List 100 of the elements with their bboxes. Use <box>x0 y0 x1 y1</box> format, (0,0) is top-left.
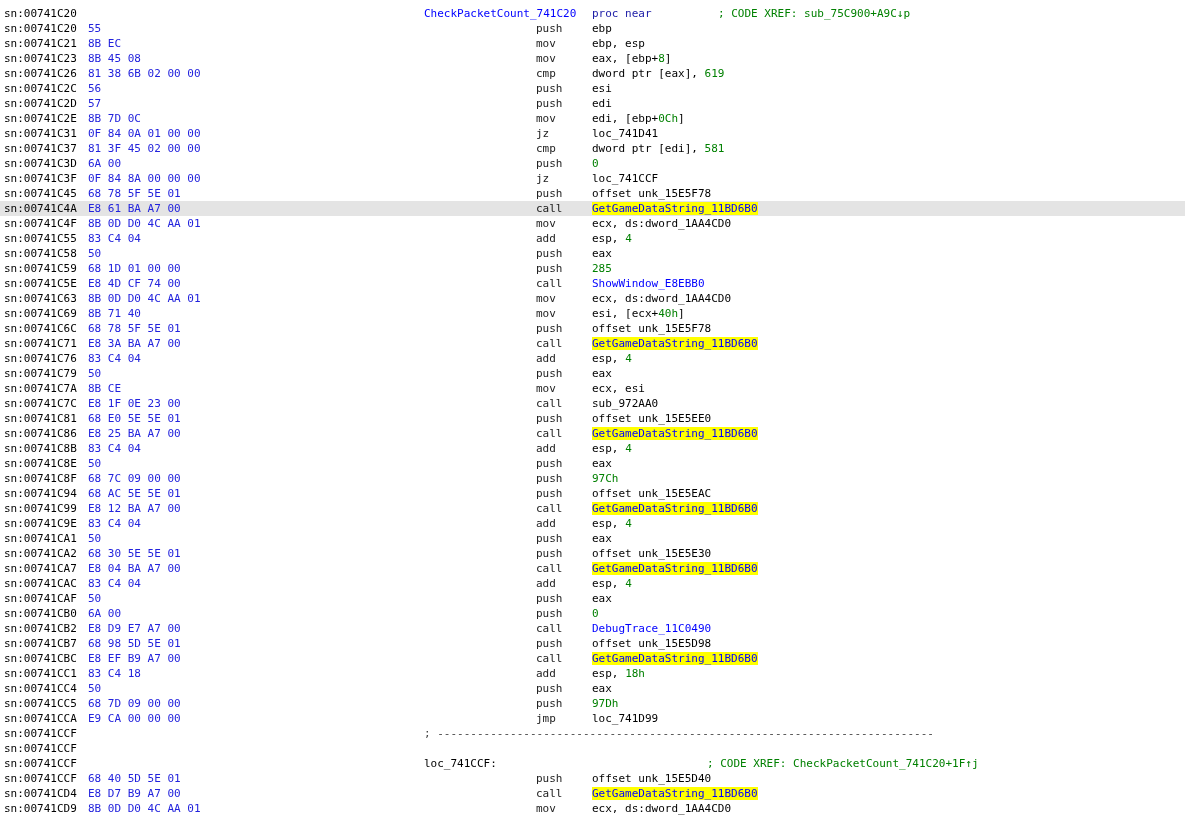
operand-text: esp, 4 <box>592 576 632 591</box>
address-text: sn:00741CB0 <box>3 606 78 621</box>
address-text: sn:00741C23 <box>3 51 78 66</box>
mnemonic-text: push <box>536 246 564 261</box>
opcode-bytes: 8B 71 40 <box>88 306 142 321</box>
address-text: sn:00741C58 <box>3 246 78 261</box>
operand-text: ebp, esp <box>592 36 645 51</box>
operand-text: GetGameDataString_11BD6B0 <box>592 426 758 441</box>
address-text: sn:00741C4F <box>3 216 78 231</box>
address-text: sn:00741C79 <box>3 366 78 381</box>
operand-text: GetGameDataString_11BD6B0 <box>592 651 758 666</box>
mnemonic-text: call <box>536 426 564 441</box>
operand-text: ecx, ds:dword_1AA4CD0 <box>592 216 732 231</box>
operand-text: dword ptr [eax], 619 <box>592 66 725 81</box>
address-text: sn:00741C3D <box>3 156 78 171</box>
opcode-bytes: 68 78 5F 5E 01 <box>88 186 182 201</box>
opcode-bytes: E8 4D CF 74 00 <box>88 276 182 291</box>
opcode-bytes: 6A 00 <box>88 606 123 621</box>
operand-text: offset unk_15E5F78 <box>592 321 712 336</box>
operand-text: offset unk_15E5E30 <box>592 546 712 561</box>
opcode-bytes: E8 25 BA A7 00 <box>88 426 182 441</box>
opcode-bytes: E8 D7 B9 A7 00 <box>88 786 182 801</box>
opcode-bytes: 6A 00 <box>88 156 123 171</box>
address-text: sn:00741C21 <box>3 36 78 51</box>
address-text: sn:00741C94 <box>3 486 78 501</box>
operand-text: esp, 18h <box>592 666 645 681</box>
operand-text: ecx, ds:dword_1AA4CD0 <box>592 801 732 816</box>
mnemonic-text: push <box>536 186 564 201</box>
mnemonic-text: add <box>536 351 557 366</box>
mnemonic-text: push <box>536 321 564 336</box>
address-text: sn:00741C2C <box>3 81 78 96</box>
address-text: sn:00741C7C <box>3 396 78 411</box>
operand-text: eax <box>592 591 612 606</box>
address-text: sn:00741C71 <box>3 336 78 351</box>
opcode-bytes: 83 C4 04 <box>88 231 142 246</box>
opcode-bytes: 57 <box>88 96 103 111</box>
mnemonic-text: add <box>536 666 557 681</box>
mnemonic-text: push <box>536 696 564 711</box>
operand-text: offset unk_15E5F78 <box>592 186 712 201</box>
opcode-bytes: 68 98 5D 5E 01 <box>88 636 182 651</box>
mnemonic-text: push <box>536 531 564 546</box>
opcode-bytes: 56 <box>88 81 103 96</box>
opcode-bytes: 83 C4 04 <box>88 351 142 366</box>
mnemonic-text: push <box>536 21 564 36</box>
address-text: sn:00741C99 <box>3 501 78 516</box>
operand-text: dword ptr [edi], 581 <box>592 141 725 156</box>
address-text: sn:00741CC5 <box>3 696 78 711</box>
address-text: sn:00741CCF <box>3 756 78 771</box>
opcode-bytes: 68 40 5D 5E 01 <box>88 771 182 786</box>
address-text: sn:00741C86 <box>3 426 78 441</box>
opcode-bytes: 68 1D 01 00 00 <box>88 261 182 276</box>
xref-comment: ; CODE XREF: CheckPacketCount_741C20+1F↑j <box>707 756 979 771</box>
operand-text: 97Ch <box>592 471 619 486</box>
mnemonic-text: push <box>536 471 564 486</box>
opcode-bytes: 83 C4 04 <box>88 441 142 456</box>
address-text: sn:00741CAF <box>3 591 78 606</box>
opcode-bytes: 0F 84 0A 01 00 00 <box>88 126 202 141</box>
opcode-bytes: E8 D9 E7 A7 00 <box>88 621 182 636</box>
operand-text: DebugTrace_11C0490 <box>592 621 712 636</box>
mnemonic-text: call <box>536 651 564 666</box>
operand-text: eax <box>592 366 612 381</box>
opcode-bytes: 8B 0D D0 4C AA 01 <box>88 291 202 306</box>
address-text: sn:00741CA1 <box>3 531 78 546</box>
operand-text: eax <box>592 531 612 546</box>
address-text: sn:00741CB2 <box>3 621 78 636</box>
address-text: sn:00741C6C <box>3 321 78 336</box>
address-text: sn:00741CBC <box>3 651 78 666</box>
opcode-bytes: 83 C4 18 <box>88 666 142 681</box>
address-text: sn:00741CB7 <box>3 636 78 651</box>
address-text: sn:00741C55 <box>3 231 78 246</box>
mnemonic-text: push <box>536 96 564 111</box>
operand-text: esp, 4 <box>592 516 632 531</box>
address-text: sn:00741C45 <box>3 186 78 201</box>
opcode-bytes: 8B 7D 0C <box>88 111 142 126</box>
opcode-bytes: E9 CA 00 00 00 <box>88 711 182 726</box>
operand-text: ecx, ds:dword_1AA4CD0 <box>592 291 732 306</box>
mnemonic-text: jz <box>536 126 551 141</box>
mnemonic-text: cmp <box>536 66 557 81</box>
operand-text: 285 <box>592 261 612 276</box>
opcode-bytes: E8 EF B9 A7 00 <box>88 651 182 666</box>
address-text: sn:00741CAC <box>3 576 78 591</box>
mnemonic-text: push <box>536 681 564 696</box>
address-text: sn:00741C59 <box>3 261 78 276</box>
opcode-bytes: 50 <box>88 681 103 696</box>
mnemonic-text: push <box>536 636 564 651</box>
mnemonic-text: mov <box>536 801 557 816</box>
address-text: sn:00741CCA <box>3 711 78 726</box>
opcode-bytes: 68 7C 09 00 00 <box>88 471 182 486</box>
mnemonic-text: add <box>536 231 557 246</box>
mnemonic-text: call <box>536 786 564 801</box>
directive-text: proc near <box>592 6 653 21</box>
operand-text: GetGameDataString_11BD6B0 <box>592 561 758 576</box>
opcode-bytes: 83 C4 04 <box>88 516 142 531</box>
address-text: sn:00741C63 <box>3 291 78 306</box>
address-text: sn:00741CCF <box>3 726 78 741</box>
operand-text: ShowWindow_E8EBB0 <box>592 276 705 291</box>
separator-comment: ; --------------------------------------------------------------------------- <box>424 726 934 741</box>
mnemonic-text: jmp <box>536 711 557 726</box>
mnemonic-text: push <box>536 771 564 786</box>
opcode-bytes: 68 AC 5E 5E 01 <box>88 486 182 501</box>
